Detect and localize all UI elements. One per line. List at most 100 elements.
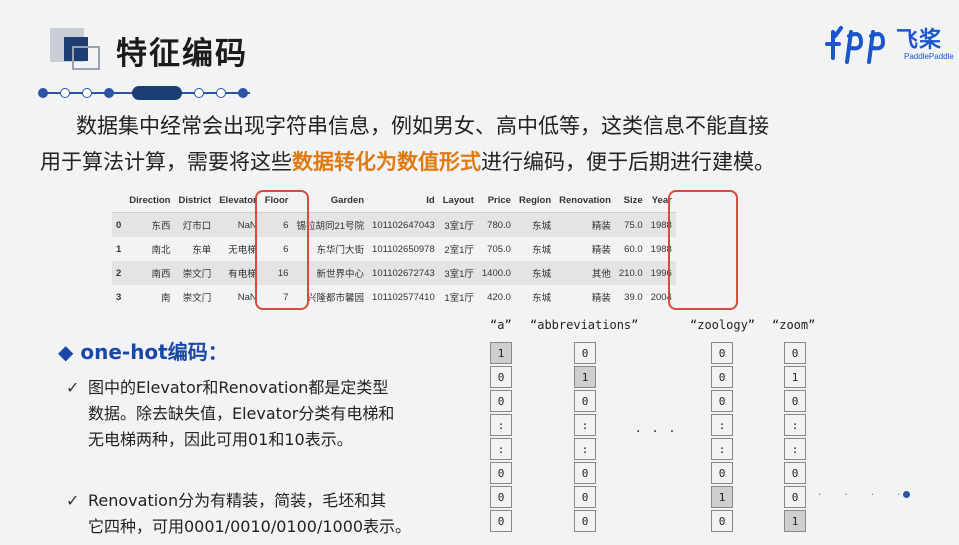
table-cell: 3室1厅 xyxy=(438,261,478,285)
table-cell: 75.0 xyxy=(614,212,647,237)
table-header-row: Direction District Elevator Floor Garden Id La… xyxy=(112,188,676,213)
table-cell: 精装 xyxy=(591,245,611,256)
bullet-1-line: 图中的Elevator和Renovation都是定类型 xyxy=(88,378,389,397)
vector-cell: 0 xyxy=(784,390,806,412)
logo-text: 飞桨 xyxy=(896,28,943,53)
table-cell: 东城 xyxy=(532,293,552,304)
table-cell: 101102647043 xyxy=(368,212,439,237)
table-row: 1 南北 东单 无电梯 6 东华门大街 101102650978 2室1厅 705.0 东城 精装 6… xyxy=(112,237,676,261)
vector-cell: : xyxy=(574,414,596,436)
progress-dot xyxy=(104,88,114,98)
vector-cell: 1 xyxy=(784,366,806,388)
table-cell: 东城 xyxy=(514,261,556,285)
vector-cell: 0 xyxy=(574,510,596,532)
vector-cell: 0 xyxy=(711,390,733,412)
table-cell: 精装 xyxy=(555,212,615,237)
trailing-dots: · · · · xyxy=(818,490,911,501)
bullet-2-line: Renovation分为有精装，简装，毛坯和其 xyxy=(88,491,387,510)
table-cell: 3室1厅 xyxy=(438,212,478,237)
table-cell: 39.0 xyxy=(624,291,643,303)
table-header-cell: Region xyxy=(514,188,556,213)
table-cell: 东城 xyxy=(532,245,552,256)
title-decoration xyxy=(72,46,100,70)
vector-cell: : xyxy=(490,414,512,436)
vector-label: “a” xyxy=(490,318,512,332)
table-cell: 705.0 xyxy=(487,243,511,255)
table-cell: 灯市口 xyxy=(174,212,216,237)
paddlepaddle-logo-icon xyxy=(825,26,886,64)
table-header-cell: Price xyxy=(477,188,515,213)
table-cell: 101102650978 xyxy=(372,243,435,255)
vector-cell: 0 xyxy=(574,390,596,412)
vector-cell: 0 xyxy=(490,462,512,484)
onehot-vector: 010::001 xyxy=(784,342,806,534)
table-cell: 1 xyxy=(116,243,122,255)
vector-cell: 0 xyxy=(490,366,512,388)
elevator-highlight-box xyxy=(255,190,309,310)
table-cell: 南 xyxy=(160,293,171,304)
table-cell: 101102577410 xyxy=(372,291,435,303)
progress-dot xyxy=(38,88,48,98)
vector-label: “zoology” xyxy=(690,318,756,332)
vector-cell: 0 xyxy=(711,342,733,364)
vector-cell: 1 xyxy=(784,510,806,532)
table-cell: 420.0 xyxy=(487,291,511,303)
table-cell: 崇文门 xyxy=(182,293,212,304)
table-row: 3 南崇文门 NaN 7 兴隆都市馨园 101102577410 1室1厅 420.0 东城 精装… xyxy=(112,285,676,309)
intro-line-2: 用于算法计算，需要将这些 xyxy=(40,150,292,174)
vector-cell: : xyxy=(574,438,596,460)
vector-cell: 0 xyxy=(784,486,806,508)
table-cell: 1室1厅 xyxy=(444,293,474,304)
decor-dot xyxy=(903,491,910,498)
vector-cell: : xyxy=(784,438,806,460)
onehot-vector: 000::010 xyxy=(711,342,733,534)
vector-cell: 0 xyxy=(574,486,596,508)
progress-dot xyxy=(60,88,70,98)
data-table: Direction District Elevator Floor Garden Id La… xyxy=(112,188,676,309)
table-cell: 780.0 xyxy=(477,212,515,237)
vector-cell: 0 xyxy=(711,462,733,484)
table-cell: 210.0 xyxy=(614,261,647,285)
vector-cell: 0 xyxy=(490,486,512,508)
table-cell: 0 xyxy=(112,212,126,237)
table-header-cell: Renovation xyxy=(555,188,615,213)
bullet-1-line: 无电梯两种，因此可用01和10表示。 xyxy=(88,430,353,449)
vector-cell: 0 xyxy=(490,390,512,412)
vector-cell: 1 xyxy=(574,366,596,388)
table-cell: 2 xyxy=(112,261,126,285)
progress-pill xyxy=(132,86,182,100)
vector-cell: : xyxy=(711,438,733,460)
bullet-2-line: 它四种，可用0001/0010/0100/1000表示。 xyxy=(88,517,412,536)
table-cell: 有电梯 xyxy=(215,261,261,285)
check-icon: ✓ xyxy=(66,378,80,397)
table-cell: NaN xyxy=(215,212,261,237)
table-header-cell: Id xyxy=(368,188,439,213)
onehot-title: ◆ one-hot编码： xyxy=(58,340,228,364)
vector-label: “abbreviations” xyxy=(530,318,639,332)
check-icon: ✓ xyxy=(66,491,80,510)
vector-cell: : xyxy=(490,438,512,460)
table-header-cell xyxy=(112,188,126,213)
logo-subtext: PaddlePaddle xyxy=(904,52,954,61)
table-cell: 101102672743 xyxy=(368,261,439,285)
vector-cell: 0 xyxy=(711,510,733,532)
vector-cell: 0 xyxy=(784,462,806,484)
table-cell: 东西 xyxy=(125,212,175,237)
table-header-cell: District xyxy=(174,188,216,213)
intro-highlight: 数据转化为数值形式 xyxy=(292,150,481,174)
bullet-2: Renovation分为有精装，简装，毛坯和其 它四种，可用0001/0010/… xyxy=(88,488,468,540)
table-cell: 东单 xyxy=(192,245,212,256)
table-cell: 60.0 xyxy=(624,243,643,255)
vector-label: “zoom” xyxy=(772,318,816,332)
bullet-1: 图中的Elevator和Renovation都是定类型 数据。除去缺失值，Ele… xyxy=(88,375,468,453)
table-header-cell: Layout xyxy=(438,188,478,213)
table-cell: 无电梯 xyxy=(228,245,257,256)
table-row: 0 东西 灯市口 NaN 6 锡拉胡同21号院 101102647043 3室1厅 780.0 东… xyxy=(112,212,676,237)
vector-cell: 0 xyxy=(490,510,512,532)
vector-cell: 0 xyxy=(784,342,806,364)
table-header-cell: Direction xyxy=(125,188,175,213)
ellipsis: · · · xyxy=(636,424,679,440)
table-cell: 南北 xyxy=(151,245,171,256)
vector-cell: 0 xyxy=(711,366,733,388)
table-row: 2 南西 崇文门 有电梯 16 新世界中心 101102672743 3室1厅 1400.0 东城… xyxy=(112,261,676,285)
